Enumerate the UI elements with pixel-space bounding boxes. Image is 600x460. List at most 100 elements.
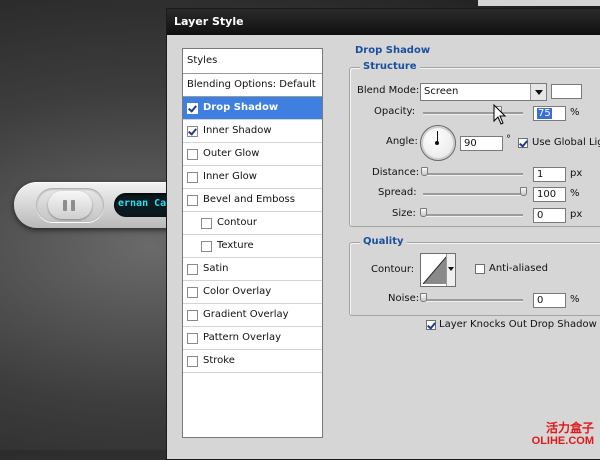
- style-item-label: Inner Shadow: [203, 125, 272, 136]
- contour-checkbox[interactable]: [201, 217, 212, 229]
- distance-unit: px: [570, 168, 583, 179]
- layer-knocks-out-checkbox[interactable]: [426, 320, 436, 330]
- styles-list: Styles Blending Options: Default Drop Sh…: [182, 48, 323, 438]
- anti-aliased-label: Anti-aliased: [489, 263, 549, 274]
- size-slider-thumb[interactable]: [420, 208, 427, 217]
- style-item-label: Pattern Overlay: [203, 332, 282, 343]
- watermark-cn: 活力盒子: [545, 421, 594, 435]
- style-item-label: Texture: [217, 240, 254, 251]
- dialog-titlebar[interactable]: Layer Style: [167, 9, 600, 35]
- layer-style-dialog: Layer Style Styles Blending Options: Def…: [166, 8, 600, 460]
- spread-slider-track[interactable]: [423, 193, 523, 196]
- spread-value: 100: [537, 189, 557, 200]
- style-item-label: Stroke: [203, 355, 235, 366]
- distance-input[interactable]: 1: [533, 167, 566, 182]
- distance-label: Distance:: [372, 167, 420, 178]
- drop-shadow-checkbox[interactable]: [187, 102, 198, 114]
- pause-button[interactable]: [36, 188, 104, 222]
- angle-dial-center: [435, 141, 439, 145]
- outer-glow-checkbox[interactable]: [187, 148, 198, 160]
- spread-slider-thumb[interactable]: [520, 187, 527, 196]
- style-item-gradient-overlay[interactable]: Gradient Overlay: [183, 304, 322, 327]
- stroke-checkbox[interactable]: [187, 355, 198, 367]
- opacity-input[interactable]: 75: [533, 106, 566, 121]
- inner-glow-checkbox[interactable]: [187, 171, 198, 183]
- style-item-inner-glow[interactable]: Inner Glow: [183, 166, 322, 189]
- contour-label: Contour:: [371, 264, 415, 275]
- bevel-emboss-checkbox[interactable]: [187, 194, 198, 206]
- pause-icon-bar: [71, 200, 75, 211]
- spread-unit: %: [570, 188, 580, 199]
- style-item-contour[interactable]: Contour: [183, 212, 322, 235]
- opacity-slider-track[interactable]: [423, 112, 523, 115]
- style-item-bevel-emboss[interactable]: Bevel and Emboss: [183, 189, 322, 212]
- style-item-label: Satin: [203, 263, 229, 274]
- watermark: 活力盒子 OLIHE.COM: [532, 422, 594, 448]
- noise-label: Noise:: [388, 293, 420, 304]
- style-item-inner-shadow[interactable]: Inner Shadow: [183, 120, 322, 143]
- chevron-down-icon[interactable]: [446, 254, 455, 286]
- size-label: Size:: [392, 208, 416, 219]
- layer-knocks-out-label: Layer Knocks Out Drop Shadow: [439, 319, 597, 330]
- drop-shadow-title: Drop Shadow: [355, 45, 431, 56]
- gradient-overlay-checkbox[interactable]: [187, 309, 198, 321]
- size-unit: px: [570, 209, 583, 220]
- anti-aliased-checkbox[interactable]: [475, 264, 485, 274]
- distance-slider-thumb[interactable]: [421, 167, 428, 176]
- styles-header[interactable]: Styles: [183, 49, 322, 74]
- degree-unit: °: [506, 134, 511, 145]
- style-item-stroke[interactable]: Stroke: [183, 350, 322, 373]
- contour-curve-icon: [423, 256, 447, 284]
- noise-input[interactable]: 0: [533, 293, 566, 308]
- mouse-cursor-icon: [493, 104, 507, 125]
- styles-header-label: Styles: [187, 55, 218, 66]
- pattern-overlay-checkbox[interactable]: [187, 332, 198, 344]
- structure-group: Structure Blend Mode: Screen Opacity: 75…: [349, 61, 600, 227]
- use-global-light-label: Use Global Ligh: [532, 137, 600, 148]
- distance-slider-track[interactable]: [423, 173, 523, 176]
- style-item-label: Bevel and Emboss: [203, 194, 295, 205]
- angle-value: 90: [464, 138, 477, 149]
- style-item-drop-shadow[interactable]: Drop Shadow: [183, 97, 322, 120]
- opacity-value: 75: [537, 108, 552, 119]
- size-input[interactable]: 0: [533, 208, 566, 223]
- style-item-label: Color Overlay: [203, 286, 272, 297]
- size-slider-track[interactable]: [423, 214, 523, 217]
- blending-options-item[interactable]: Blending Options: Default: [183, 74, 322, 97]
- noise-slider-thumb[interactable]: [420, 293, 427, 302]
- style-item-label: Contour: [217, 217, 257, 228]
- contour-picker[interactable]: [420, 253, 456, 287]
- opacity-label: Opacity:: [374, 106, 416, 117]
- quality-title: Quality: [360, 236, 407, 247]
- style-item-pattern-overlay[interactable]: Pattern Overlay: [183, 327, 322, 350]
- use-global-light-checkbox[interactable]: [518, 138, 528, 148]
- style-item-label: Gradient Overlay: [203, 309, 289, 320]
- shadow-color-swatch[interactable]: [551, 84, 582, 99]
- blend-mode-select[interactable]: Screen: [420, 83, 547, 101]
- pause-button-ring: [48, 191, 92, 219]
- chevron-down-icon[interactable]: [530, 84, 546, 100]
- angle-dial[interactable]: [420, 125, 456, 161]
- style-item-satin[interactable]: Satin: [183, 258, 322, 281]
- distance-value: 1: [537, 169, 544, 180]
- style-item-texture[interactable]: Texture: [183, 235, 322, 258]
- structure-title: Structure: [360, 61, 420, 72]
- spread-label: Spread:: [378, 187, 417, 198]
- satin-checkbox[interactable]: [187, 263, 198, 275]
- noise-value: 0: [537, 295, 544, 306]
- opacity-unit: %: [570, 107, 580, 118]
- texture-checkbox[interactable]: [201, 240, 212, 252]
- style-item-label: Outer Glow: [203, 148, 260, 159]
- spread-input[interactable]: 100: [533, 187, 566, 202]
- pause-icon: [63, 200, 67, 211]
- color-overlay-checkbox[interactable]: [187, 286, 198, 298]
- inner-shadow-checkbox[interactable]: [187, 125, 198, 137]
- noise-slider-track[interactable]: [423, 299, 523, 302]
- quality-group: Quality Contour: Anti-aliased Noise: 0 %: [349, 236, 600, 316]
- blend-mode-value: Screen: [424, 86, 459, 97]
- style-item-outer-glow[interactable]: Outer Glow: [183, 143, 322, 166]
- angle-input[interactable]: 90: [460, 136, 503, 151]
- style-item-color-overlay[interactable]: Color Overlay: [183, 281, 322, 304]
- dialog-title: Layer Style: [174, 15, 244, 28]
- size-value: 0: [537, 210, 544, 221]
